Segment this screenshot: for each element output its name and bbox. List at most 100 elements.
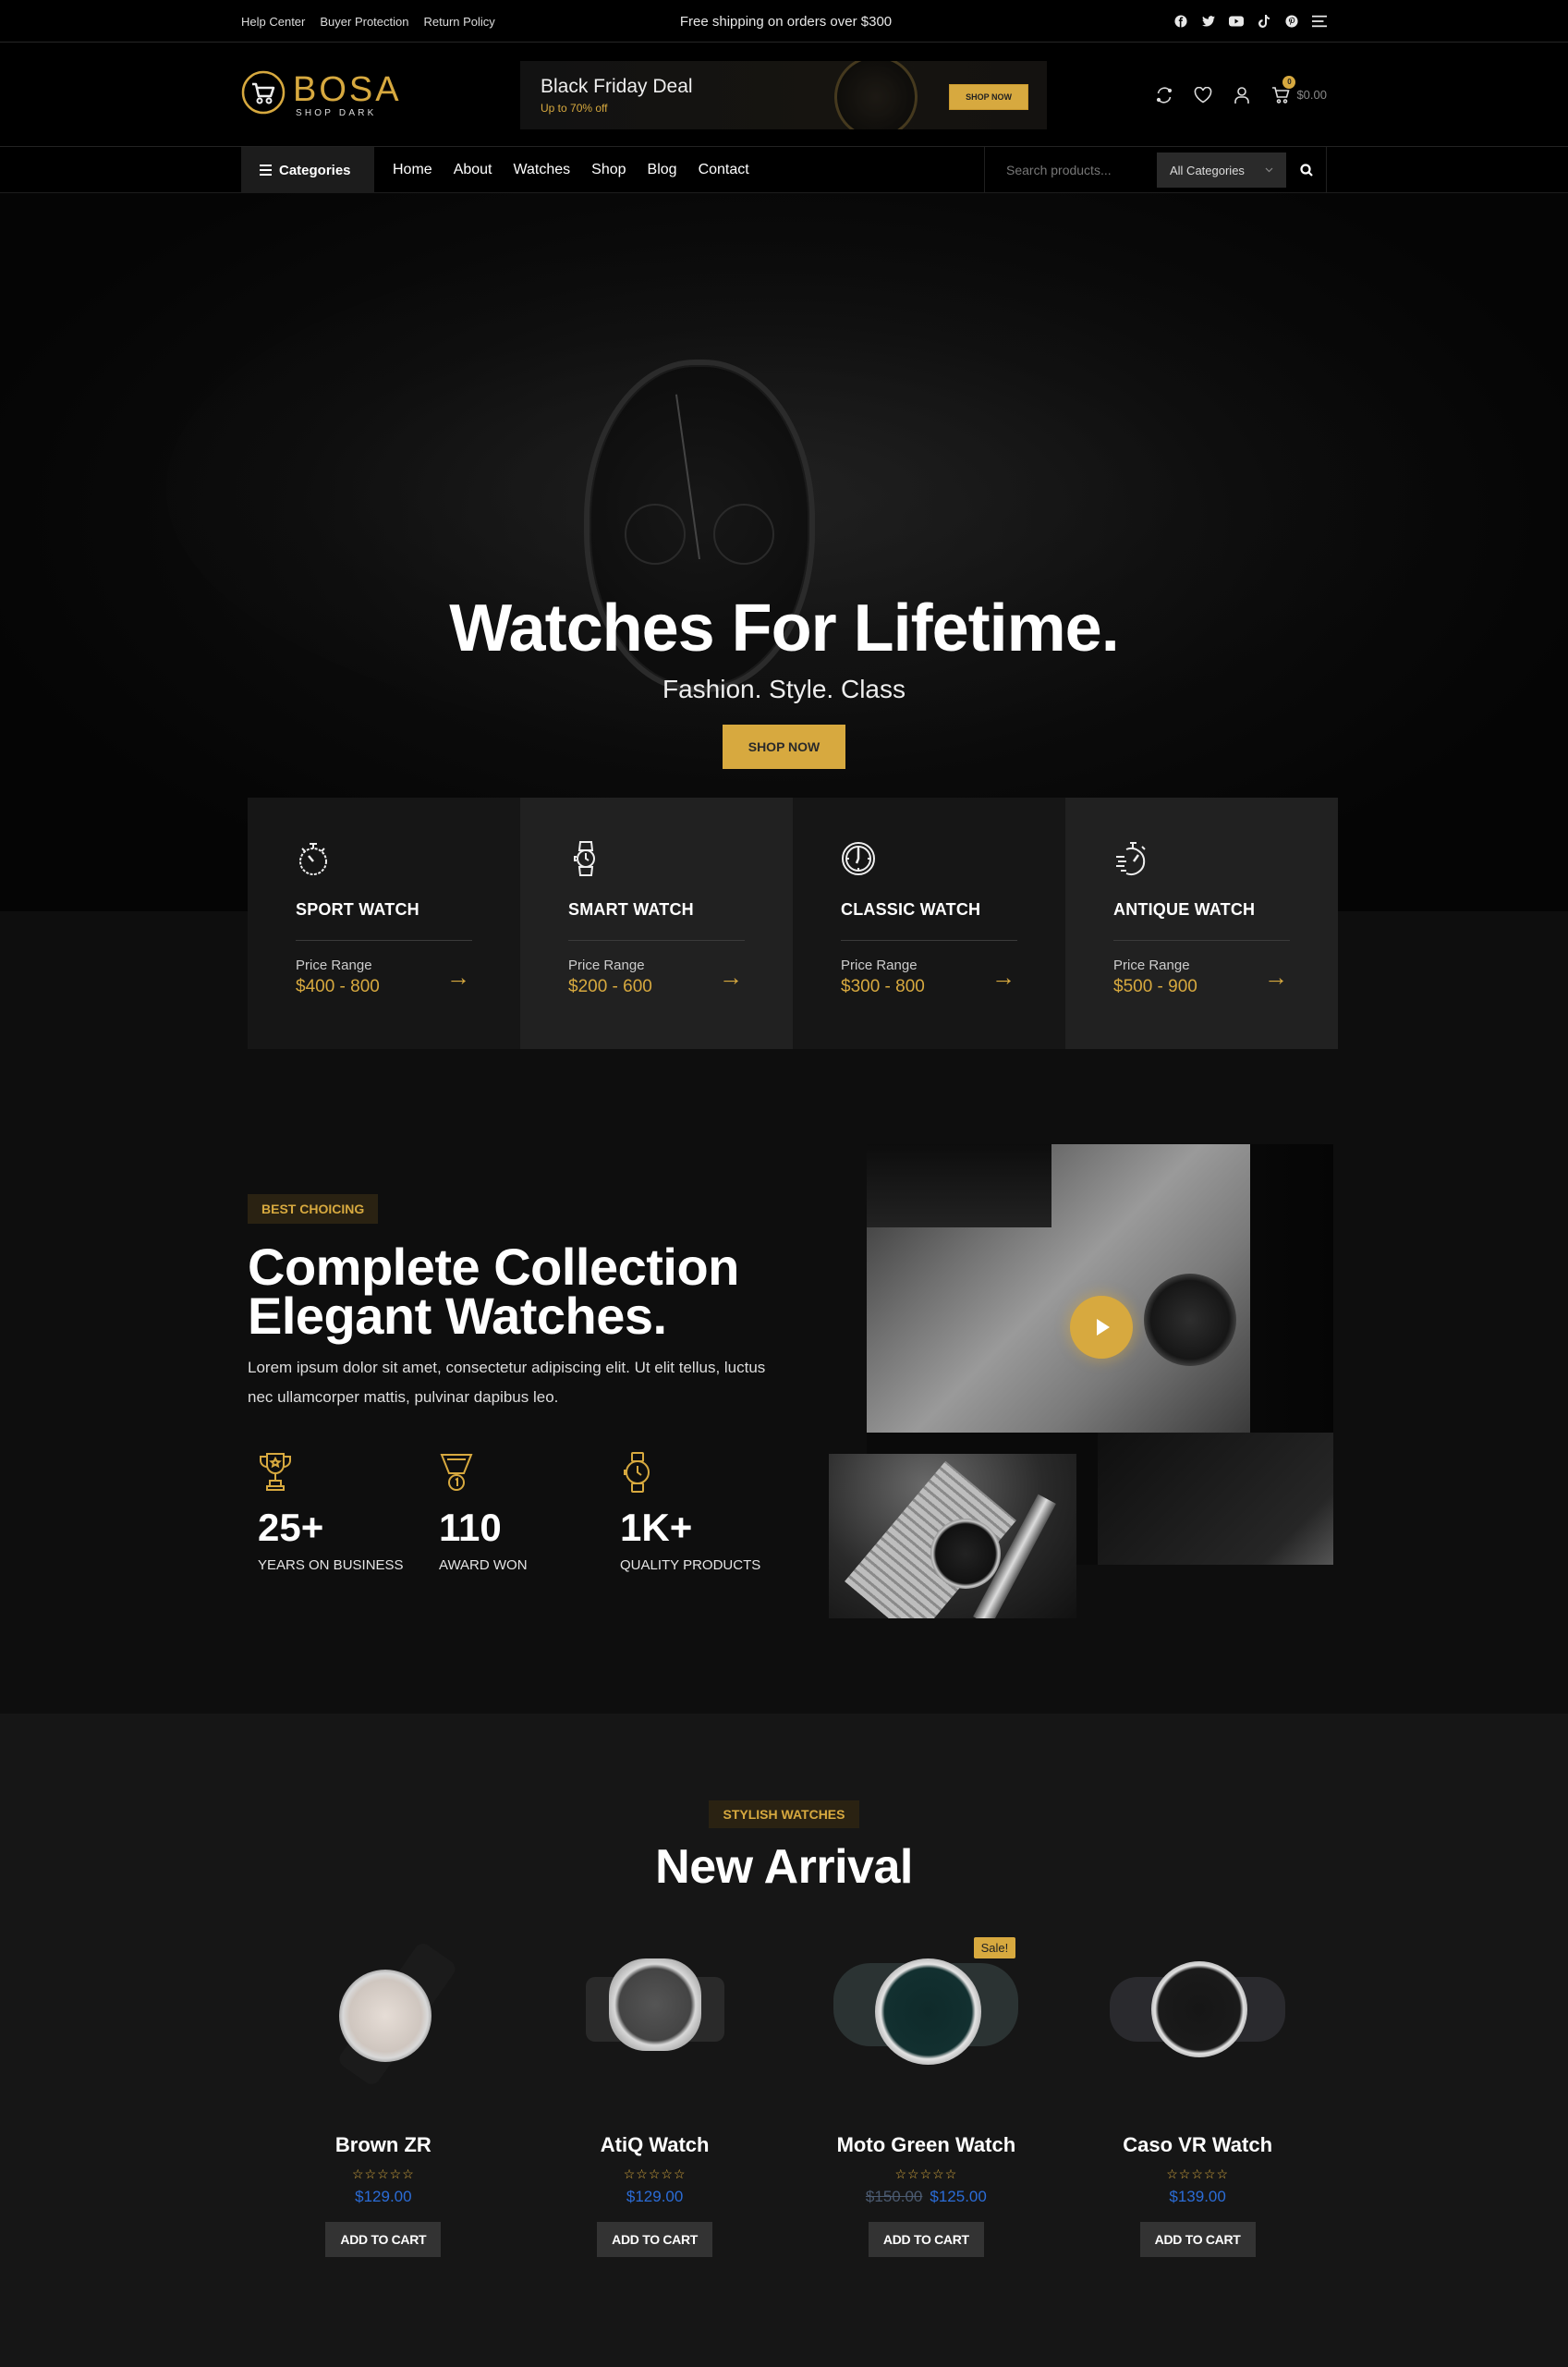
account-icon[interactable] xyxy=(1232,85,1252,105)
wristwatch-icon xyxy=(574,841,595,876)
compare-icon[interactable] xyxy=(1154,85,1174,105)
product-price: $129.00 xyxy=(248,2188,519,2206)
buyer-protection-link[interactable]: Buyer Protection xyxy=(320,15,408,29)
search-button[interactable] xyxy=(1286,148,1326,192)
collection-text: Lorem ipsum dolor sit amet, consectetur … xyxy=(248,1359,766,1406)
social-links xyxy=(1173,14,1327,29)
add-to-cart-button[interactable]: ADD TO CART xyxy=(597,2222,713,2257)
arrow-right-icon[interactable]: → xyxy=(1264,963,1288,992)
divider xyxy=(1113,940,1290,941)
category-card-sport[interactable]: SPORT WATCH Price Range $400 - 800 → xyxy=(248,798,520,1049)
add-to-cart-button[interactable]: ADD TO CART xyxy=(1139,2222,1256,2257)
deal-title: Black Friday Deal xyxy=(541,75,693,97)
header-actions: 0 $0.00 xyxy=(1154,75,1327,105)
collection-tag: BEST CHOICING xyxy=(248,1194,379,1224)
product-name[interactable]: Moto Green Watch xyxy=(791,2133,1063,2157)
hero-shop-now-button[interactable]: SHOP NOW xyxy=(722,725,846,769)
arrow-right-icon[interactable]: → xyxy=(446,963,470,992)
search-icon xyxy=(1299,164,1313,177)
hamburger-menu-icon[interactable] xyxy=(1312,14,1327,29)
category-card-classic[interactable]: CLASSIC WATCH Price Range $300 - 800 → xyxy=(793,798,1065,1049)
stats: 25+ YEARS ON BUSINESS 110 AWARD WON 1K+ … xyxy=(248,1451,802,1573)
nav-home[interactable]: Home xyxy=(393,162,432,178)
clock-icon xyxy=(842,842,875,875)
youtube-icon[interactable] xyxy=(1229,14,1244,29)
cart-total: $0.00 xyxy=(1296,88,1327,102)
product-image[interactable] xyxy=(791,1935,1063,2092)
steel-watch-image xyxy=(829,1454,1076,1618)
nav-watches[interactable]: Watches xyxy=(514,162,571,178)
current-price: $139.00 xyxy=(1169,2188,1226,2205)
top-bar: Help Center Buyer Protection Return Poli… xyxy=(0,0,1568,43)
product-name[interactable]: Brown ZR xyxy=(248,2133,519,2157)
category-card-smart[interactable]: SMART WATCH Price Range $200 - 600 → xyxy=(520,798,793,1049)
logo[interactable]: BOSA SHOP DARK xyxy=(241,70,520,119)
menu: Home About Watches Shop Blog Contact xyxy=(374,147,749,193)
help-center-link[interactable]: Help Center xyxy=(241,15,305,29)
nav-shop[interactable]: Shop xyxy=(591,162,626,178)
star-rating: ☆☆☆☆☆ xyxy=(623,2166,687,2181)
product-price: $139.00 xyxy=(1062,2188,1333,2206)
deal-subtitle: Up to 70% off xyxy=(541,101,608,115)
category-name: SMART WATCH xyxy=(568,900,694,919)
black-friday-banner[interactable]: Black Friday Deal Up to 70% off SHOP NOW xyxy=(520,60,1047,129)
arrow-right-icon[interactable]: → xyxy=(719,963,743,992)
product-price: $150.00 $125.00 xyxy=(791,2188,1063,2206)
product-image[interactable] xyxy=(248,1935,519,2092)
search-input[interactable] xyxy=(985,148,1157,192)
fast-stopwatch-icon xyxy=(1116,842,1146,875)
product-price: $129.00 xyxy=(519,2188,791,2206)
product-name[interactable]: AtiQ Watch xyxy=(519,2133,791,2157)
nav-blog[interactable]: Blog xyxy=(648,162,677,178)
search-category-select[interactable]: All Categories xyxy=(1157,153,1286,188)
cart-button[interactable]: 0 $0.00 xyxy=(1270,75,1327,105)
deal-shop-now-button[interactable]: SHOP NOW xyxy=(949,83,1028,110)
watch-icon xyxy=(624,1452,650,1493)
product-card: AtiQ Watch ☆☆☆☆☆ $129.00 ADD TO CART xyxy=(519,1935,791,2257)
collection-title-line2: Elegant Watches. xyxy=(248,1287,667,1345)
tiktok-icon[interactable] xyxy=(1257,14,1271,29)
stat-years: 25+ YEARS ON BUSINESS xyxy=(248,1451,429,1573)
category-name: SPORT WATCH xyxy=(296,900,419,919)
nav-about[interactable]: About xyxy=(454,162,492,178)
search-category-value: All Categories xyxy=(1170,163,1245,177)
logo-brand: BOSA xyxy=(293,69,402,109)
hero-title: Watches For Lifetime. xyxy=(449,592,1119,665)
category-name: CLASSIC WATCH xyxy=(841,900,981,919)
product-image[interactable] xyxy=(519,1935,791,2092)
arrow-right-icon[interactable]: → xyxy=(991,963,1015,992)
logo-subtitle: SHOP DARK xyxy=(296,107,377,118)
category-card-antique[interactable]: ANTIQUE WATCH Price Range $500 - 900 → xyxy=(1065,798,1338,1049)
play-video-button[interactable] xyxy=(1070,1296,1133,1359)
arrivals-title: New Arrival xyxy=(655,1840,913,1894)
trophy-icon xyxy=(260,1453,291,1491)
divider xyxy=(296,940,472,941)
stat-years-label: YEARS ON BUSINESS xyxy=(258,1557,404,1573)
facebook-icon[interactable] xyxy=(1173,14,1188,29)
star-rating: ☆☆☆☆☆ xyxy=(1166,2166,1229,2181)
banner-watch-image xyxy=(822,60,930,129)
arrivals-tag: STYLISH WATCHES xyxy=(708,1800,860,1828)
product-image[interactable] xyxy=(1062,1935,1333,2092)
return-policy-link[interactable]: Return Policy xyxy=(423,15,494,29)
main-nav: Categories Home About Watches Shop Blog … xyxy=(0,147,1568,193)
divider xyxy=(568,940,745,941)
twitter-icon[interactable] xyxy=(1201,14,1216,29)
add-to-cart-button[interactable]: ADD TO CART xyxy=(325,2222,442,2257)
medal-icon xyxy=(440,1454,473,1491)
cart-logo-icon xyxy=(241,70,286,119)
nav-contact[interactable]: Contact xyxy=(699,162,749,178)
product-name[interactable]: Caso VR Watch xyxy=(1062,2133,1333,2157)
categories-button[interactable]: Categories xyxy=(241,147,374,193)
collection-title: Complete Collection Elegant Watches. xyxy=(248,1241,802,1345)
stat-products-label: QUALITY PRODUCTS xyxy=(620,1557,761,1573)
wishlist-icon[interactable] xyxy=(1193,85,1213,105)
pinterest-icon[interactable] xyxy=(1284,14,1299,29)
hero-subtitle: Fashion. Style. Class xyxy=(662,675,906,703)
top-links: Help Center Buyer Protection Return Poli… xyxy=(241,15,495,29)
stat-awards: 110 AWARD WON xyxy=(429,1451,610,1573)
original-price: $150.00 xyxy=(865,2188,923,2205)
stat-awards-value: 110 xyxy=(439,1506,502,1549)
stat-years-value: 25+ xyxy=(258,1506,324,1549)
add-to-cart-button[interactable]: ADD TO CART xyxy=(868,2222,984,2257)
